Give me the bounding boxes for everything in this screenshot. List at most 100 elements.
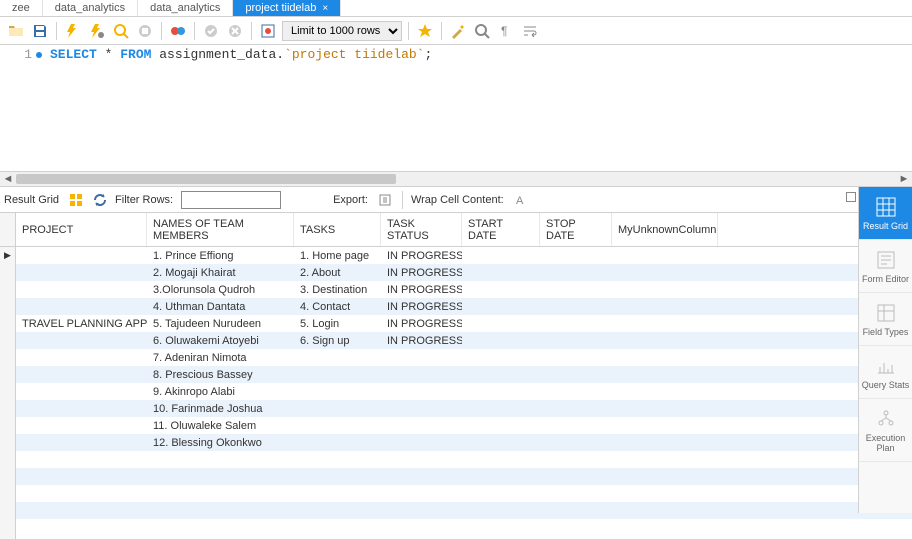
scroll-right-icon[interactable]: ► bbox=[896, 171, 912, 187]
grid-view-icon[interactable] bbox=[67, 191, 85, 209]
side-query-stats[interactable]: Query Stats bbox=[859, 346, 912, 399]
cell[interactable] bbox=[16, 519, 147, 536]
cell[interactable] bbox=[381, 485, 462, 502]
cell[interactable] bbox=[462, 502, 540, 519]
table-row[interactable]: 11. Oluwaleke Salem bbox=[16, 417, 912, 434]
cell[interactable] bbox=[612, 434, 718, 451]
cell[interactable] bbox=[462, 349, 540, 366]
cell[interactable] bbox=[16, 400, 147, 417]
cell[interactable]: IN PROGRESS bbox=[381, 298, 462, 315]
table-row[interactable]: 10. Farinmade Joshua bbox=[16, 400, 912, 417]
wrap-cell-icon[interactable]: A bbox=[512, 191, 530, 209]
cell[interactable] bbox=[16, 349, 147, 366]
cell[interactable] bbox=[381, 383, 462, 400]
cell[interactable]: IN PROGRESS bbox=[381, 247, 462, 264]
cell[interactable] bbox=[294, 451, 381, 468]
side-result-grid[interactable]: Result Grid bbox=[859, 187, 912, 240]
cell[interactable] bbox=[612, 468, 718, 485]
invisible-chars-icon[interactable]: ¶ bbox=[496, 21, 516, 41]
cell[interactable]: 5. Tajudeen Nurudeen bbox=[147, 315, 294, 332]
cell[interactable] bbox=[540, 451, 612, 468]
cell[interactable] bbox=[16, 485, 147, 502]
cell[interactable] bbox=[462, 281, 540, 298]
cell[interactable] bbox=[462, 417, 540, 434]
autocommit-icon[interactable] bbox=[258, 21, 278, 41]
filter-input[interactable] bbox=[181, 191, 281, 209]
tab-data-analytics-2[interactable]: data_analytics bbox=[138, 0, 233, 16]
cell[interactable] bbox=[462, 332, 540, 349]
cell[interactable] bbox=[540, 315, 612, 332]
cell[interactable] bbox=[540, 264, 612, 281]
cell[interactable] bbox=[381, 434, 462, 451]
cell[interactable] bbox=[147, 451, 294, 468]
cell[interactable]: 12. Blessing Okonkwo bbox=[147, 434, 294, 451]
cell[interactable] bbox=[612, 519, 718, 536]
cell[interactable] bbox=[540, 247, 612, 264]
table-row[interactable] bbox=[16, 502, 912, 519]
cell[interactable] bbox=[462, 247, 540, 264]
cell[interactable]: 5. Login bbox=[294, 315, 381, 332]
open-file-icon[interactable] bbox=[6, 21, 26, 41]
cell[interactable] bbox=[294, 468, 381, 485]
panel-toggle[interactable] bbox=[846, 192, 856, 202]
cell[interactable] bbox=[612, 485, 718, 502]
cell[interactable] bbox=[16, 417, 147, 434]
cell[interactable] bbox=[16, 468, 147, 485]
toggle-icon[interactable] bbox=[168, 21, 188, 41]
sql-editor[interactable]: 1 SELECT * FROM assignment_data.`project… bbox=[0, 45, 912, 171]
cell[interactable] bbox=[294, 502, 381, 519]
cell[interactable] bbox=[294, 383, 381, 400]
column-header-stop[interactable]: STOP DATE bbox=[540, 213, 612, 246]
cell[interactable] bbox=[381, 468, 462, 485]
cell[interactable] bbox=[462, 519, 540, 536]
table-row[interactable]: 7. Adeniran Nimota bbox=[16, 349, 912, 366]
cell[interactable] bbox=[612, 417, 718, 434]
column-header-start[interactable]: START DATE bbox=[462, 213, 540, 246]
table-row[interactable]: TRAVEL PLANNING APP5. Tajudeen Nurudeen5… bbox=[16, 315, 912, 332]
cell[interactable] bbox=[147, 468, 294, 485]
cell[interactable] bbox=[16, 502, 147, 519]
cell[interactable] bbox=[16, 383, 147, 400]
cell[interactable] bbox=[16, 366, 147, 383]
cell[interactable]: IN PROGRESS bbox=[381, 332, 462, 349]
cell[interactable] bbox=[540, 519, 612, 536]
execute-icon[interactable] bbox=[63, 21, 83, 41]
table-row[interactable]: 12. Blessing Okonkwo bbox=[16, 434, 912, 451]
cell[interactable] bbox=[16, 434, 147, 451]
table-row[interactable]: 4. Uthman Dantata4. ContactIN PROGRESS bbox=[16, 298, 912, 315]
cell[interactable] bbox=[612, 383, 718, 400]
cell[interactable] bbox=[540, 281, 612, 298]
cell[interactable] bbox=[540, 468, 612, 485]
cell[interactable] bbox=[294, 485, 381, 502]
cell[interactable] bbox=[540, 502, 612, 519]
table-row[interactable]: 2. Mogaji Khairat2. AboutIN PROGRESS bbox=[16, 264, 912, 281]
cell[interactable] bbox=[612, 349, 718, 366]
cell[interactable] bbox=[462, 434, 540, 451]
find-icon[interactable] bbox=[472, 21, 492, 41]
cell[interactable]: 11. Oluwaleke Salem bbox=[147, 417, 294, 434]
cell[interactable] bbox=[540, 349, 612, 366]
cell[interactable] bbox=[462, 264, 540, 281]
column-header-status[interactable]: TASK STATUS bbox=[381, 213, 462, 246]
table-row[interactable] bbox=[16, 519, 912, 536]
cell[interactable]: 3.Olorunsola Qudroh bbox=[147, 281, 294, 298]
side-field-types[interactable]: Field Types bbox=[859, 293, 912, 346]
cell[interactable]: IN PROGRESS bbox=[381, 281, 462, 298]
cell[interactable]: 2. Mogaji Khairat bbox=[147, 264, 294, 281]
cell[interactable] bbox=[540, 332, 612, 349]
export-icon[interactable] bbox=[376, 191, 394, 209]
table-row[interactable] bbox=[16, 468, 912, 485]
cell[interactable] bbox=[540, 434, 612, 451]
limit-select[interactable]: Limit to 1000 rows bbox=[282, 21, 402, 41]
cell[interactable] bbox=[612, 502, 718, 519]
cell[interactable] bbox=[612, 281, 718, 298]
cell[interactable] bbox=[612, 366, 718, 383]
beautify-icon[interactable] bbox=[448, 21, 468, 41]
table-row[interactable]: 3.Olorunsola Qudroh3. DestinationIN PROG… bbox=[16, 281, 912, 298]
table-row[interactable] bbox=[16, 485, 912, 502]
cell[interactable]: 8. Prescious Bassey bbox=[147, 366, 294, 383]
cell[interactable] bbox=[540, 485, 612, 502]
cell[interactable]: 1. Prince Effiong bbox=[147, 247, 294, 264]
cell[interactable]: 6. Sign up bbox=[294, 332, 381, 349]
cell[interactable]: 6. Oluwakemi Atoyebi bbox=[147, 332, 294, 349]
